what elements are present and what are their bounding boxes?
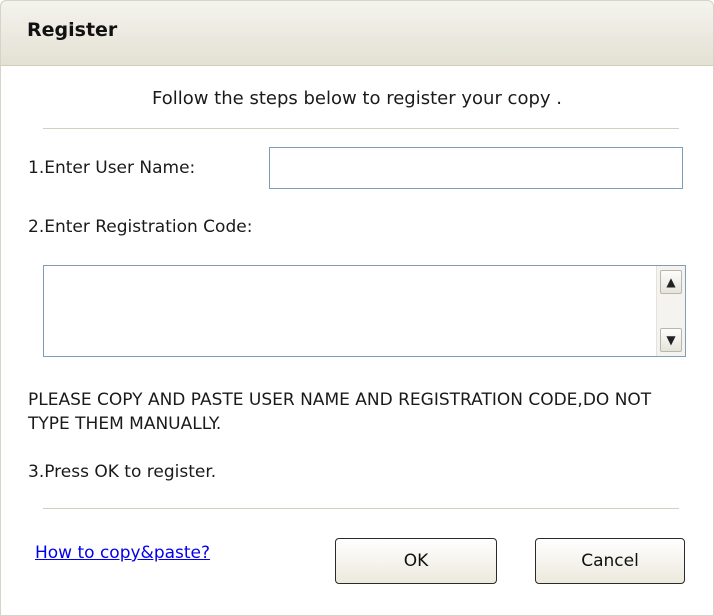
ok-button[interactable]: OK [335,538,497,584]
intro-text: Follow the steps below to register your … [152,88,562,109]
registration-code-label: 2.Enter Registration Code: [28,217,253,237]
scroll-up-icon[interactable]: ▲ [660,270,682,294]
registration-code-input[interactable] [44,266,657,356]
step3-label: 3.Press OK to register. [28,462,217,482]
registration-code-scrollbar[interactable]: ▲ ▼ [656,266,685,356]
cancel-button[interactable]: Cancel [535,538,685,584]
scroll-down-icon[interactable]: ▼ [660,328,682,352]
registration-code-box: ▲ ▼ [43,265,686,357]
user-name-label: 1.Enter User Name: [28,158,196,178]
dialog-title: Register [27,19,118,41]
how-to-copy-paste-link[interactable]: How to copy&paste? [35,543,210,563]
top-separator [43,128,679,130]
dialog-body: Follow the steps below to register your … [1,66,713,615]
user-name-input[interactable] [269,147,683,189]
copy-paste-warning: PLEASE COPY AND PASTE USER NAME AND REGI… [28,390,652,434]
register-dialog: Register Follow the steps below to regis… [0,0,714,616]
bottom-separator [43,508,679,510]
title-bar[interactable]: Register [1,1,713,66]
